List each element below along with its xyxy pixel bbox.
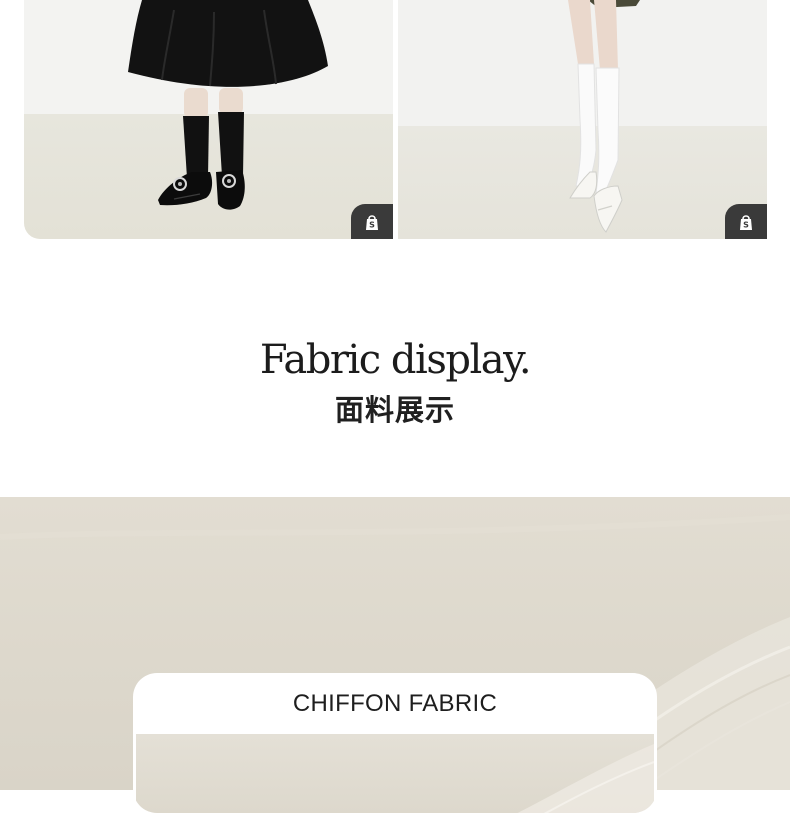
- fabric-swatch-texture: [517, 744, 654, 813]
- section-title-chinese: 面料展示: [334, 393, 455, 427]
- fabric-label-card: CHIFFON FABRIC: [133, 673, 657, 813]
- shop-button-right[interactable]: S: [725, 204, 767, 239]
- fabric-title: CHIFFON FABRIC: [292, 690, 498, 717]
- model-black-outfit-illustration: [128, 0, 328, 210]
- section-title-english: Fabric display.: [259, 337, 532, 383]
- shopping-bag-glyph: S: [743, 220, 749, 229]
- product-photo-white-socks[interactable]: S: [398, 0, 767, 239]
- shop-button-left[interactable]: S: [351, 204, 393, 239]
- shopping-bag-glyph: S: [369, 220, 375, 229]
- model-white-socks-illustration: [568, 0, 640, 233]
- product-photo-black-skirt[interactable]: S: [24, 0, 393, 239]
- shopping-bag-icon: S: [740, 214, 752, 230]
- shopping-bag-icon: S: [366, 214, 378, 230]
- fabric-swatch-photo: [136, 734, 654, 813]
